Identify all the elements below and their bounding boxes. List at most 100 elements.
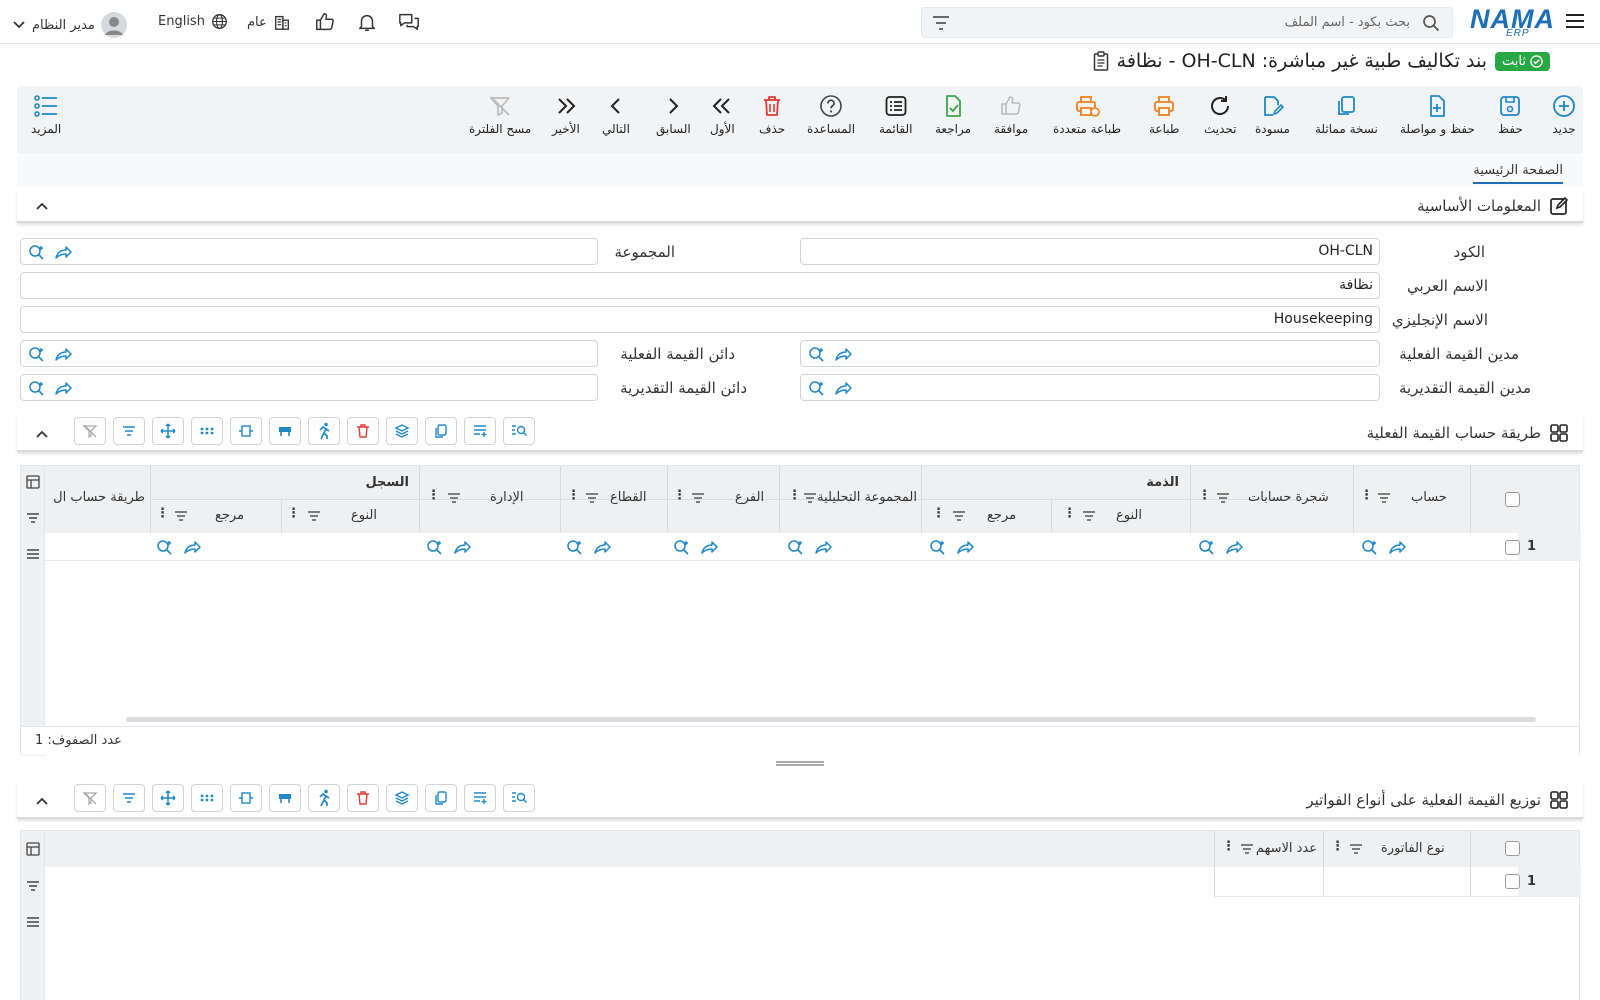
- filter-icon[interactable]: [932, 15, 950, 31]
- column-menu-icon[interactable]: ⋮: [1222, 839, 1235, 854]
- row-checkbox[interactable]: [1505, 874, 1520, 889]
- layers-icon[interactable]: [386, 417, 418, 445]
- actual-debit-field[interactable]: [800, 340, 1380, 367]
- col-department[interactable]: الإدارة: [490, 490, 524, 505]
- col-sector[interactable]: القطاع: [610, 490, 647, 505]
- copy-icon[interactable]: [425, 784, 457, 812]
- next-button[interactable]: التالي: [602, 94, 630, 136]
- search-plus-icon[interactable]: [808, 380, 826, 396]
- multi-print-button[interactable]: طباعة متعددة: [1053, 94, 1121, 136]
- review-button[interactable]: مراجعة: [935, 94, 971, 136]
- col-account[interactable]: حساب: [1411, 490, 1447, 505]
- thumbs-up-icon[interactable]: [314, 11, 336, 33]
- more-button[interactable]: المزيد: [31, 94, 61, 136]
- arabic-name-field[interactable]: نظافة: [20, 272, 1380, 299]
- approve-button[interactable]: موافقة: [994, 94, 1028, 136]
- group-field[interactable]: [20, 238, 598, 265]
- cell-analytic-group[interactable]: [787, 539, 832, 555]
- save-continue-button[interactable]: حفظ و مواصلة: [1400, 94, 1475, 136]
- search-list-icon[interactable]: [503, 417, 535, 445]
- filter-icon[interactable]: [1082, 510, 1096, 522]
- cell-ref[interactable]: [929, 539, 974, 555]
- fit-columns-icon[interactable]: [230, 784, 262, 812]
- help-button[interactable]: المساعدة: [807, 94, 855, 136]
- filter-icon[interactable]: [803, 492, 817, 504]
- select-all-checkbox[interactable]: [1505, 841, 1520, 856]
- cell-record-ref[interactable]: [156, 539, 201, 555]
- chevron-up-icon[interactable]: [35, 427, 49, 441]
- filter-icon[interactable]: [113, 417, 145, 445]
- row-checkbox[interactable]: [1505, 540, 1520, 555]
- column-menu-icon[interactable]: ⋮: [932, 506, 945, 521]
- move-icon[interactable]: [152, 417, 184, 445]
- filter-icon[interactable]: [1216, 492, 1230, 504]
- actual-credit-field[interactable]: [20, 340, 598, 367]
- trash-icon[interactable]: [347, 417, 379, 445]
- copy-icon[interactable]: [425, 417, 457, 445]
- last-button[interactable]: الأخير: [552, 94, 580, 136]
- search-plus-icon[interactable]: [808, 346, 826, 362]
- save-button[interactable]: حفظ: [1498, 94, 1523, 136]
- layers-icon[interactable]: [386, 784, 418, 812]
- column-menu-icon[interactable]: ⋮: [1331, 839, 1344, 854]
- filter-icon[interactable]: [26, 879, 40, 893]
- columns-icon[interactable]: [26, 475, 40, 489]
- branch-switch[interactable]: عام: [247, 13, 291, 31]
- chevron-up-icon[interactable]: [35, 794, 49, 808]
- col-ref[interactable]: مرجع: [987, 508, 1016, 523]
- col-analytic-group[interactable]: المجموعة التحليلية: [807, 490, 917, 505]
- search-plus-icon[interactable]: [28, 346, 46, 362]
- filter-icon[interactable]: [1349, 843, 1363, 855]
- previous-button[interactable]: السابق: [656, 94, 691, 136]
- search-bar[interactable]: بحث بكود - اسم الملف: [921, 7, 1453, 38]
- code-field[interactable]: OH-CLN: [800, 238, 1380, 265]
- dots-grid-icon[interactable]: [191, 417, 223, 445]
- column-menu-icon[interactable]: ⋮: [567, 488, 580, 503]
- menu-icon[interactable]: [26, 915, 40, 929]
- chat-icon[interactable]: [397, 11, 421, 33]
- filter-icon[interactable]: [26, 511, 40, 525]
- select-all-checkbox[interactable]: [1505, 492, 1520, 507]
- col-type[interactable]: النوع: [1116, 508, 1142, 523]
- column-menu-icon[interactable]: ⋮: [427, 488, 440, 503]
- estimated-credit-field[interactable]: [20, 374, 598, 401]
- filter-icon[interactable]: [1240, 843, 1254, 855]
- run-icon[interactable]: [308, 417, 340, 445]
- col-invoice-type[interactable]: نوع الفاتورة: [1381, 841, 1445, 856]
- refresh-button[interactable]: تحديث: [1204, 94, 1237, 136]
- estimated-debit-field[interactable]: [800, 374, 1380, 401]
- column-menu-icon[interactable]: ⋮: [788, 488, 801, 503]
- table-settings-icon[interactable]: [269, 784, 301, 812]
- cell-account-tree[interactable]: [1198, 539, 1243, 555]
- open-link-icon[interactable]: [54, 346, 72, 362]
- trash-icon[interactable]: [347, 784, 379, 812]
- column-menu-icon[interactable]: ⋮: [1360, 488, 1373, 503]
- add-row-icon[interactable]: [464, 784, 496, 812]
- user-menu[interactable]: مدير النظام: [12, 12, 127, 38]
- english-name-field[interactable]: Housekeeping: [20, 306, 1380, 333]
- move-icon[interactable]: [152, 784, 184, 812]
- cell-department[interactable]: [426, 539, 471, 555]
- filter-icon[interactable]: [307, 510, 321, 522]
- filter-icon[interactable]: [691, 492, 705, 504]
- col-record-type[interactable]: النوع: [351, 508, 377, 523]
- column-menu-icon[interactable]: ⋮: [1063, 506, 1076, 521]
- column-menu-icon[interactable]: ⋮: [1198, 488, 1211, 503]
- calc-method-header[interactable]: طريقة حساب القيمة الفعلية: [17, 415, 1583, 452]
- cell-account[interactable]: [1361, 539, 1406, 555]
- horizontal-scrollbar[interactable]: [126, 717, 1536, 722]
- invoice-distribution-header[interactable]: توزيع القيمة الفعلية على أنواع الفواتير: [17, 782, 1583, 819]
- filter-icon[interactable]: [952, 510, 966, 522]
- search-list-icon[interactable]: [503, 784, 535, 812]
- filter-icon[interactable]: [174, 510, 188, 522]
- delete-button[interactable]: حذف: [759, 94, 785, 136]
- filter-icon[interactable]: [1377, 492, 1391, 504]
- open-link-icon[interactable]: [54, 380, 72, 396]
- clear-filter-icon[interactable]: [74, 784, 106, 812]
- add-row-icon[interactable]: [464, 417, 496, 445]
- col-record-ref[interactable]: مرجع: [215, 508, 244, 523]
- language-switch[interactable]: English: [158, 13, 228, 30]
- open-link-icon[interactable]: [834, 380, 852, 396]
- tab-main[interactable]: الصفحة الرئيسية: [1473, 163, 1563, 184]
- filter-icon[interactable]: [585, 492, 599, 504]
